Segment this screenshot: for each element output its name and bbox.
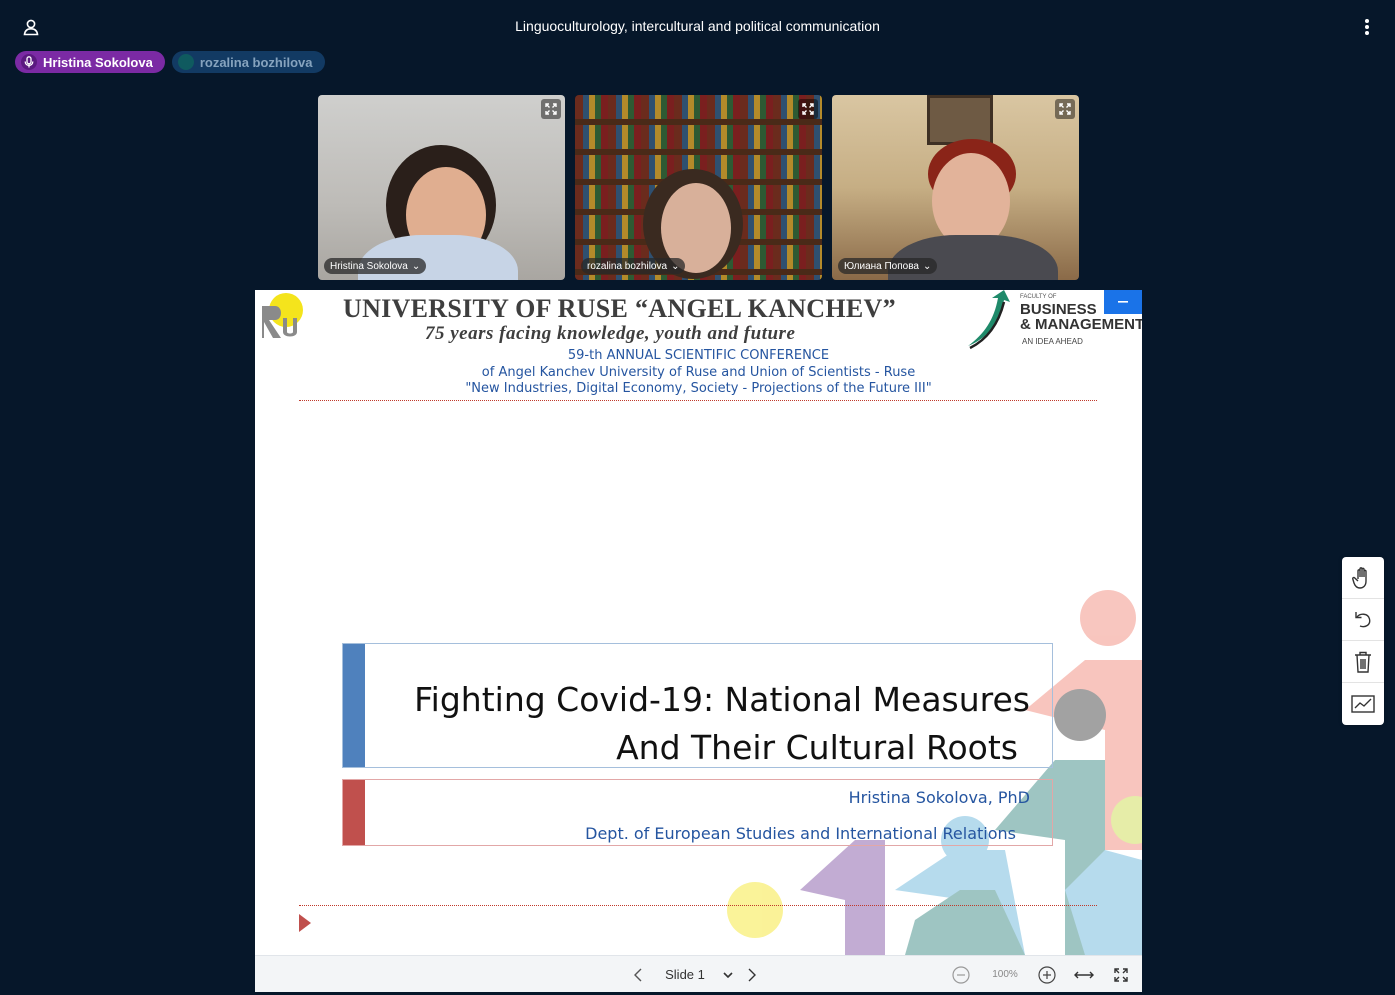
trash-icon [1355,651,1371,673]
talking-indicator-bar: Hristina Sokolova rozalina bozhilova [15,51,325,73]
meeting-title: Linguoculturology, intercultural and pol… [515,18,880,34]
whiteboard-toolbar [1342,557,1384,725]
fit-to-width-button[interactable] [1072,956,1096,992]
slide[interactable]: UNIVERSITY OF RUSE “ANGEL KANCHEV” 75 ye… [255,290,1142,955]
hand-icon [1352,566,1367,589]
zoom-in-button[interactable] [1035,956,1059,992]
conference-organizers: of Angel Kanchev University of Ruse and … [481,365,916,380]
swoosh-icon [968,290,1010,350]
expand-icon [1059,103,1071,115]
fullscreen-presentation-button[interactable] [1109,956,1133,992]
fullscreen-button[interactable] [1055,99,1075,119]
video-tile[interactable]: Юлиана Попова ⌄ [832,95,1079,280]
chevron-down-icon: ⌄ [411,260,421,272]
fit-width-icon [1074,971,1094,978]
multi-user-whiteboard-button[interactable] [1342,683,1384,725]
expand-icon [802,103,814,115]
minus-icon [1118,301,1128,303]
fullscreen-button[interactable] [541,99,561,119]
slide-selector[interactable]: Slide 1 [657,956,741,992]
clear-annotations-button[interactable] [1342,641,1384,683]
chevron-right-icon [748,968,756,981]
chevron-down-icon: ⌄ [671,260,680,272]
title-box: Fighting Covid-19: National Measures And… [342,643,1053,768]
presentation-toolbar: Slide 1 100% [255,955,1142,992]
zoom-in-icon [1038,965,1056,984]
divider [299,905,1097,906]
video-tile[interactable]: Hristina Sokolova ⌄ [318,95,565,280]
video-tile[interactable]: rozalina bozhilova ⌄ [575,95,822,280]
chevron-down-icon [723,971,733,978]
zoom-out-icon [952,965,970,984]
chevron-down-icon: ⌄ [923,260,932,272]
conference-theme: "New Industries, Digital Economy, Societ… [465,381,932,396]
talker-name: Hristina Sokolova [43,54,153,70]
video-name-tag[interactable]: rozalina bozhilova ⌄ [581,258,686,274]
talker-pill-active[interactable]: Hristina Sokolova [15,51,165,73]
slide-author: Hristina Sokolova, PhD [848,788,1030,807]
options-menu-button[interactable] [1357,14,1377,40]
slide-department: Dept. of European Studies and Internatio… [585,824,1016,843]
webcams-area: Hristina Sokolova ⌄ rozalina bozhilova ⌄… [318,95,1079,280]
expand-icon [545,103,557,115]
wall-picture [927,95,993,145]
avatar-dot [177,54,194,70]
subtitle-accent-bar [343,780,365,845]
university-name: UNIVERSITY OF RUSE “ANGEL KANCHEV” [343,294,896,323]
chart-line-icon [1351,695,1375,713]
university-motto: 75 years facing knowledge, youth and fut… [425,323,796,344]
expand-icon [1114,967,1128,982]
divider [299,400,1097,401]
triangle-bullet-icon [299,914,311,932]
talker-name: rozalina bozhilova [199,54,313,70]
previous-slide-button[interactable] [627,956,649,992]
slide-number-label: Slide 1 [665,967,705,982]
talker-pill-idle[interactable]: rozalina bozhilova [171,51,325,73]
conference-title: 59-th ANNUAL SCIENTIFIC CONFERENCE [567,348,830,363]
vertical-dots-icon [1365,19,1369,35]
video-name-tag[interactable]: Hristina Sokolova ⌄ [324,258,427,274]
microphone-icon [21,54,37,70]
video-name-tag[interactable]: Юлиана Попова ⌄ [838,258,938,274]
presentation-area: UNIVERSITY OF RUSE “ANGEL KANCHEV” 75 ye… [255,290,1142,992]
subtitle-box: Hristina Sokolova, PhD Dept. of European… [342,779,1053,846]
zoom-level: 100% [992,969,1018,980]
title-accent-bar [343,644,365,767]
chevron-left-icon [634,968,642,981]
pan-tool-button[interactable] [1342,557,1384,599]
undo-button[interactable] [1342,599,1384,641]
zoom-out-button[interactable] [949,956,973,992]
next-slide-button[interactable] [741,956,763,992]
minimize-presentation-button[interactable] [1104,290,1142,314]
undo-icon [1355,611,1371,627]
slide-title: Fighting Covid-19: National Measures And… [414,680,1030,767]
fullscreen-button[interactable] [798,99,818,119]
university-logo [262,293,303,338]
